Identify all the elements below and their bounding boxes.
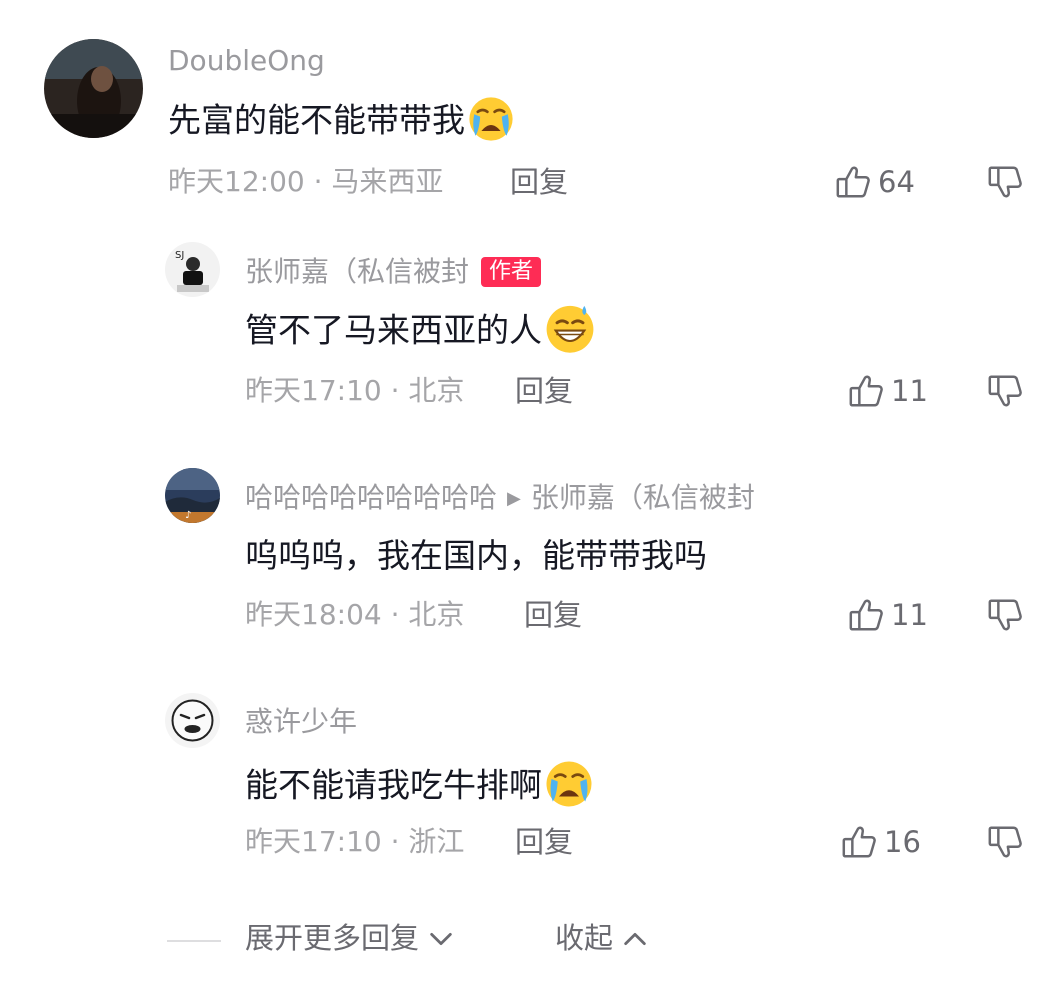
reply-button[interactable]: 回复: [515, 377, 573, 406]
reply-item: SJ 张师嘉（私信被封 作者 管不了马来西亚的人 昨天17:10 · 北京 回复 …: [0, 230, 1057, 430]
comment: DoubleOng 先富的能不能带带我 昨天12:00 · 马来西亚 回复 64: [0, 0, 1057, 220]
divider: [167, 940, 221, 942]
reply-to-user: 张师嘉（私信被封: [530, 481, 755, 514]
crying-face-icon: [467, 95, 515, 143]
collapse-label: 收起: [555, 921, 614, 955]
chevron-up-icon: [621, 925, 649, 953]
collapse-button[interactable]: 收起: [555, 924, 649, 953]
timestamp: 昨天18:04: [245, 598, 382, 631]
avatar[interactable]: [44, 39, 143, 138]
avatar[interactable]: ♪: [165, 468, 220, 523]
thumbs-up-icon: [847, 372, 885, 410]
reply-button[interactable]: 回复: [524, 601, 582, 630]
expand-label: 展开更多回复: [245, 921, 420, 955]
location: 马来西亚: [331, 165, 444, 198]
grinning-sweat-face-icon: [544, 302, 596, 354]
reply-button[interactable]: 回复: [515, 828, 573, 857]
location: 北京: [408, 598, 465, 631]
like-count: 64: [878, 164, 915, 199]
reply-item: 惑许少年 能不能请我吃牛排啊 昨天17:10 · 浙江 回复 16: [0, 685, 1057, 885]
comment-text: 管不了马来西亚的人: [245, 310, 596, 354]
like-button[interactable]: 64: [834, 163, 915, 201]
svg-text:♪: ♪: [185, 510, 191, 521]
thumbs-up-icon: [847, 596, 885, 634]
thumbs-down-icon: [986, 372, 1024, 410]
comment-text: 呜呜呜，我在国内，能带带我吗: [245, 536, 707, 575]
reply-button[interactable]: 回复: [510, 168, 568, 197]
comment-body: 先富的能不能带带我: [168, 100, 465, 140]
like-button[interactable]: 16: [840, 823, 921, 861]
username-text: 哈哈哈哈哈哈哈哈哈: [245, 481, 498, 514]
username[interactable]: DoubleOng: [168, 47, 325, 75]
username[interactable]: 张师嘉（私信被封 作者: [245, 255, 542, 288]
dislike-button[interactable]: [986, 372, 1024, 410]
timestamp: 昨天17:10: [245, 374, 382, 407]
reply-arrow-icon: ▶: [507, 488, 521, 509]
comment-meta: 昨天17:10 · 浙江: [245, 825, 465, 858]
thumbs-down-icon: [986, 163, 1024, 201]
thumbs-up-icon: [840, 823, 878, 861]
thumbs-up-icon: [834, 163, 872, 201]
comment-meta: 昨天17:10 · 北京: [245, 374, 465, 407]
expand-replies-button[interactable]: 展开更多回复: [245, 924, 455, 953]
chevron-down-icon: [427, 925, 455, 953]
avatar[interactable]: SJ: [165, 242, 220, 297]
username[interactable]: 哈哈哈哈哈哈哈哈哈 ▶ 张师嘉（私信被封: [245, 484, 755, 512]
username[interactable]: 惑许少年: [245, 708, 357, 736]
dislike-button[interactable]: [986, 823, 1024, 861]
thumbs-down-icon: [986, 823, 1024, 861]
like-button[interactable]: 11: [847, 372, 928, 410]
timestamp: 昨天12:00: [168, 165, 305, 198]
timestamp: 昨天17:10: [245, 825, 382, 858]
location: 北京: [408, 374, 465, 407]
author-badge: 作者: [481, 257, 542, 288]
comment-meta: 昨天12:00 · 马来西亚: [168, 165, 444, 198]
location: 浙江: [408, 825, 465, 858]
like-count: 11: [891, 597, 928, 632]
comment-text: 能不能请我吃牛排啊: [245, 765, 594, 809]
username-text: 张师嘉（私信被封: [245, 255, 470, 288]
dislike-button[interactable]: [986, 596, 1024, 634]
comment-body: 管不了马来西亚的人: [245, 310, 542, 350]
like-count: 16: [884, 824, 921, 859]
like-button[interactable]: 11: [847, 596, 928, 634]
thumbs-down-icon: [986, 596, 1024, 634]
reply-item: ♪ 哈哈哈哈哈哈哈哈哈 ▶ 张师嘉（私信被封 呜呜呜，我在国内，能带带我吗 昨天18…: [0, 460, 1057, 660]
svg-text:SJ: SJ: [175, 250, 184, 261]
comment-body: 能不能请我吃牛排啊: [245, 765, 542, 805]
comment-text: 先富的能不能带带我: [168, 101, 515, 143]
like-count: 11: [891, 373, 928, 408]
avatar[interactable]: [165, 693, 220, 748]
comment-meta: 昨天18:04 · 北京: [245, 598, 465, 631]
crying-face-icon: [544, 759, 594, 809]
dislike-button[interactable]: [986, 163, 1024, 201]
